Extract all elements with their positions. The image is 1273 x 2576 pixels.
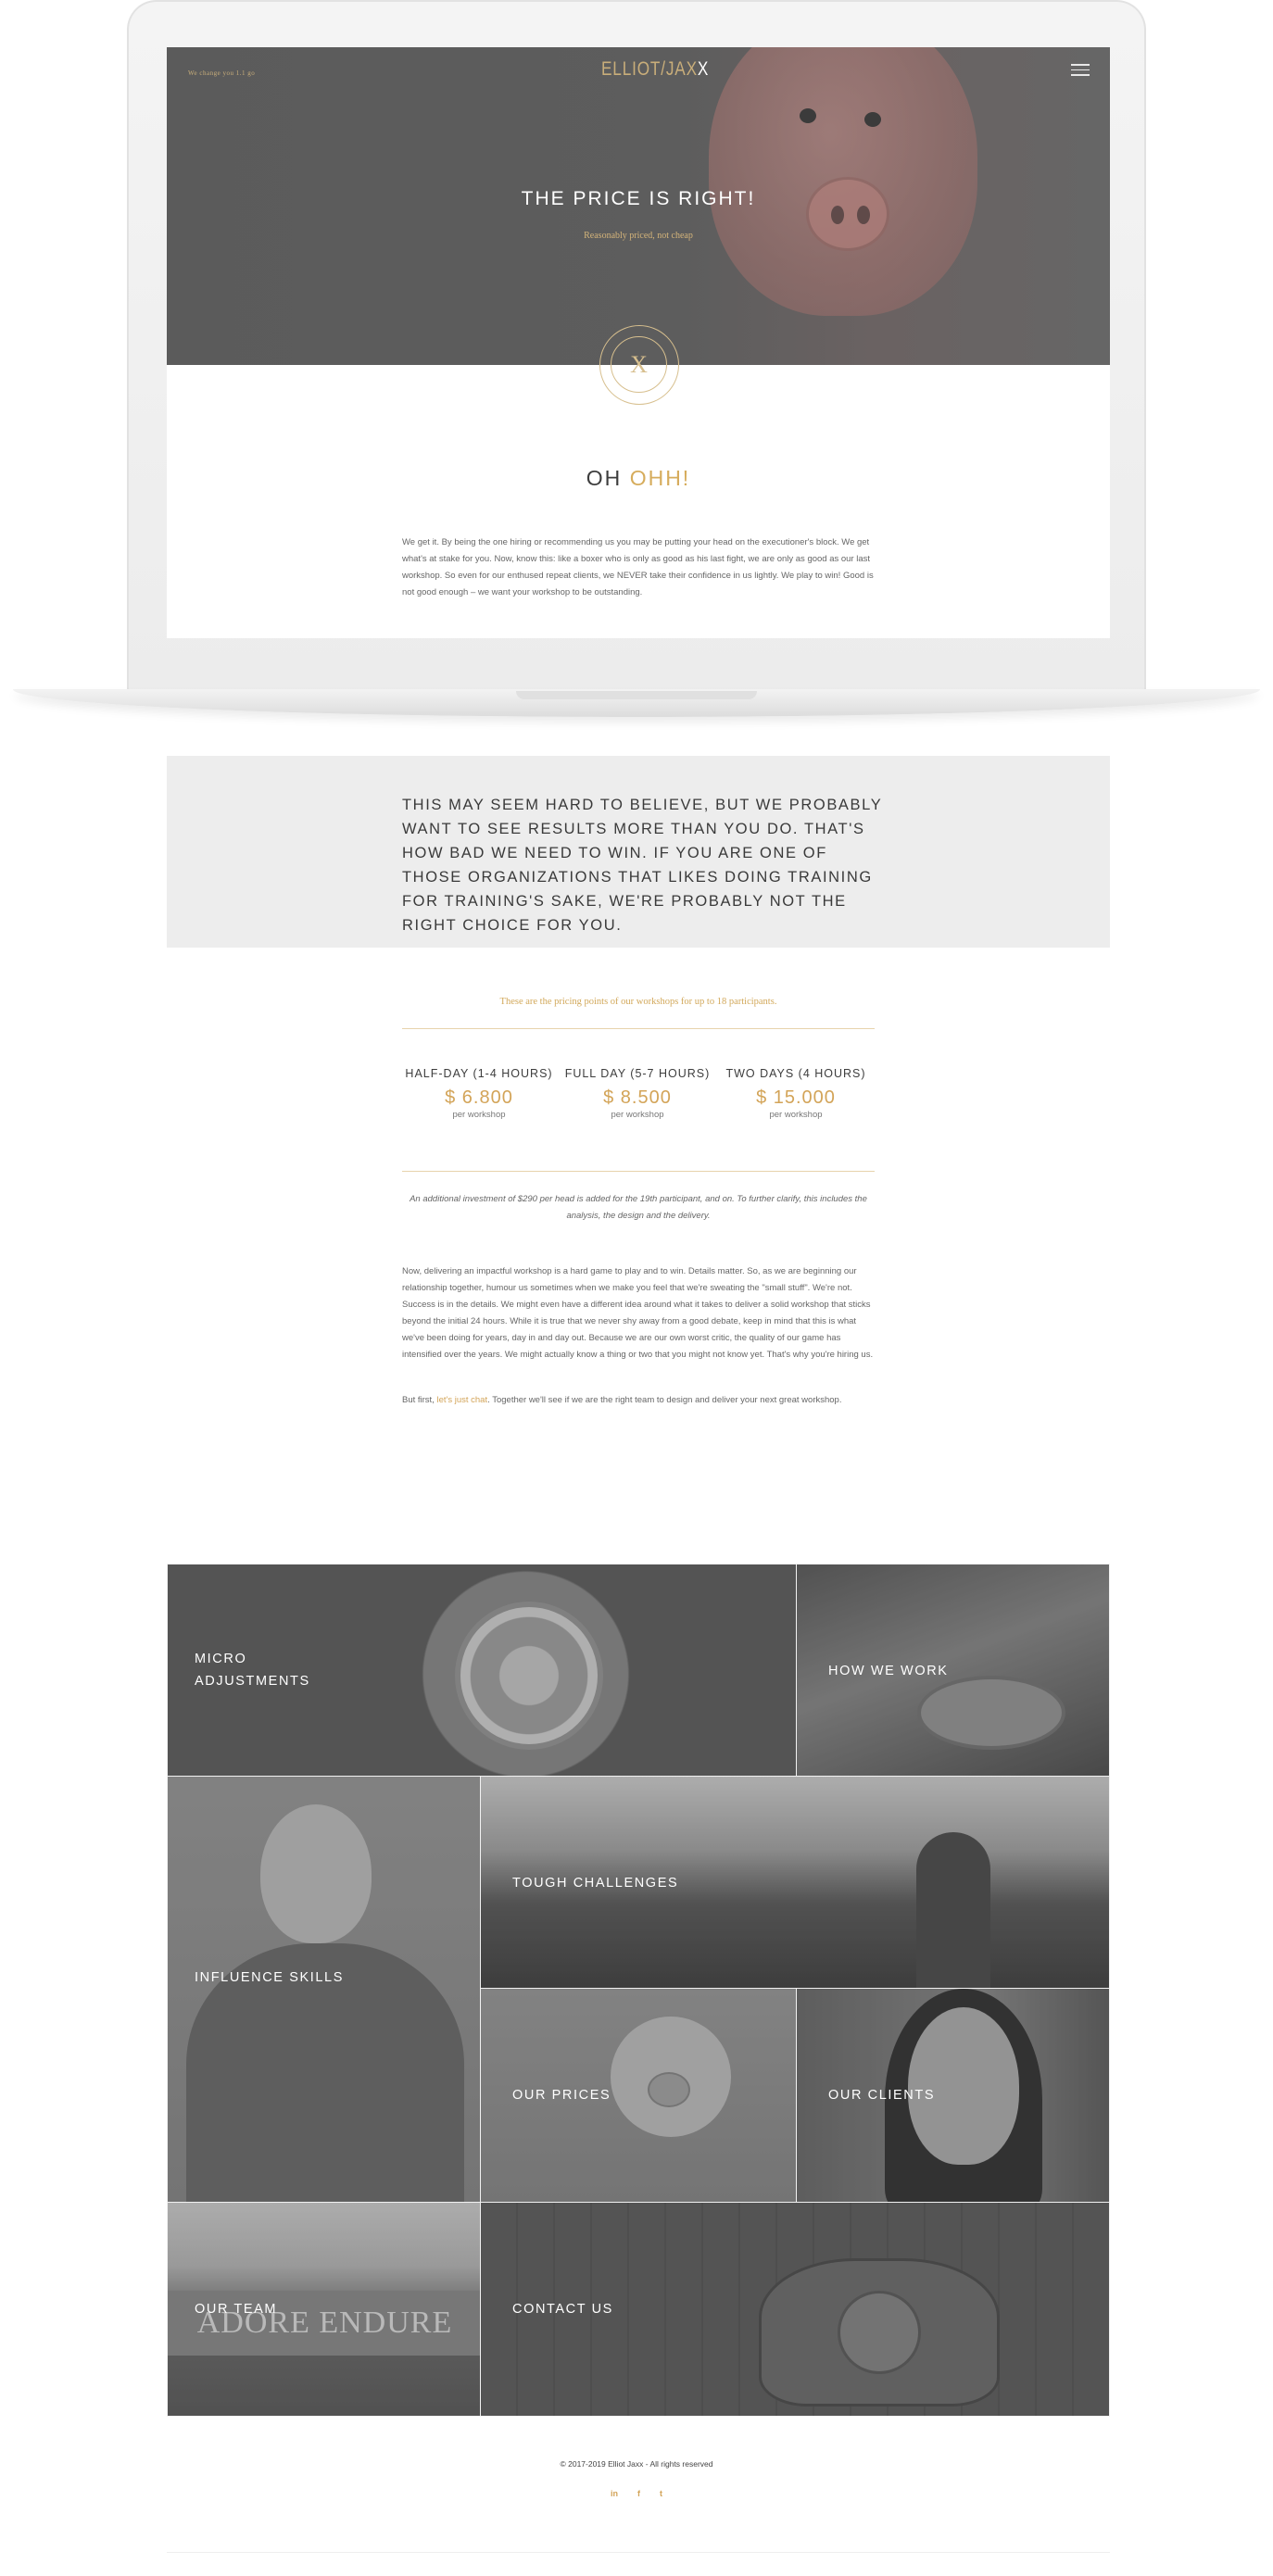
tile-label: INFLUENCE SKILLS — [195, 1970, 344, 1985]
tile-label: OUR TEAM — [195, 2302, 278, 2317]
quote-band: This may seem hard to believe, but we pr… — [167, 756, 1110, 948]
plan-price: $ 8.500 — [603, 1087, 672, 1108]
site-logo[interactable]: ELLIOT/JAXX — [601, 58, 708, 81]
menu-line — [1071, 74, 1090, 76]
facebook-icon[interactable]: f — [637, 2489, 640, 2498]
linkedin-icon[interactable]: in — [611, 2489, 618, 2498]
tile-micro-adjustments[interactable]: MICRO ADJUSTMENTS — [167, 1564, 797, 1777]
brand-seal-icon: X — [599, 325, 679, 405]
tile-shade — [168, 1777, 480, 2202]
pricing-note: An additional investment of $290 per hea… — [410, 1194, 867, 1221]
hero-pig-eye — [864, 112, 881, 127]
footer-divider — [167, 2552, 1110, 2553]
divider — [402, 1171, 875, 1172]
tile-our-clients[interactable]: OUR CLIENTS — [796, 1988, 1110, 2203]
plan-title: TWO DAYS (4 HOURS) — [725, 1067, 866, 1080]
menu-line — [1071, 64, 1090, 66]
tile-our-team[interactable]: ADORE ENDURE OUR TEAM — [167, 2202, 481, 2417]
plan-per: per workshop — [769, 1110, 823, 1120]
pricing-plan-full-day: 2 FULL DAY (5-7 HOURS) $ 8.500 per works… — [559, 1067, 716, 1137]
plan-title: HALF-DAY (1-4 HOURS) — [405, 1067, 553, 1080]
seal-inner: X — [611, 336, 667, 393]
laptop-notch — [516, 691, 757, 699]
intro-heading: OH OHH! — [167, 466, 1110, 491]
pricing-plan-two-days: 3 TWO DAYS (4 HOURS) $ 15.000 per worksh… — [717, 1067, 875, 1137]
plan-price: $ 15.000 — [756, 1087, 836, 1108]
body-paragraph: Now, delivering an impactful workshop is… — [402, 1266, 874, 1360]
chat-text-before: But first, — [402, 1395, 437, 1405]
quote-text: This may seem hard to believe, but we pr… — [402, 797, 883, 934]
plan-per: per workshop — [611, 1110, 664, 1120]
plan-title: FULL DAY (5-7 HOURS) — [564, 1067, 711, 1080]
hero-section: We change you 1.1 go ELLIOT/JAXX THE PRI… — [167, 47, 1110, 365]
plan-price: $ 6.800 — [445, 1087, 513, 1108]
tile-our-prices[interactable]: OUR PRICES — [480, 1988, 797, 2203]
tile-influence-skills[interactable]: INFLUENCE SKILLS — [167, 1776, 481, 2203]
body-paragraph-chat: But first, let's just chat. Together we'… — [402, 1392, 875, 1409]
social-links: in f t — [611, 2489, 662, 2498]
pricing-intro: These are the pricing points of our work… — [499, 997, 777, 1007]
tile-tough-challenges[interactable]: TOUGH CHALLENGES — [480, 1776, 1110, 1989]
divider — [402, 1028, 875, 1029]
tile-how-we-work[interactable]: HOW WE WORK — [796, 1564, 1110, 1777]
plan-per: per workshop — [452, 1110, 506, 1120]
tile-label: TOUGH CHALLENGES — [512, 1876, 679, 1891]
tile-label: CONTACT US — [512, 2302, 613, 2317]
intro-heading-accent: OHH! — [629, 466, 691, 490]
logo-accent: X — [697, 58, 710, 80]
intro-paragraph: We get it. By being the one hiring or re… — [402, 537, 874, 597]
tile-label: OUR PRICES — [512, 2088, 611, 2103]
chat-text-after: . Together we'll see if we are the right… — [487, 1395, 842, 1405]
footer-copyright: © 2017-2019 Elliot Jaxx - All rights res… — [560, 2459, 713, 2469]
twitter-icon[interactable]: t — [660, 2489, 662, 2498]
hamburger-menu-icon[interactable] — [1071, 64, 1090, 77]
tile-label: HOW WE WORK — [828, 1664, 949, 1678]
hero-subtitle: Reasonably priced, not cheap — [584, 231, 693, 241]
tile-label: MICRO ADJUSTMENTS — [195, 1652, 310, 1689]
hero-tagline: We change you 1.1 go — [188, 69, 256, 77]
laptop-screen: We change you 1.1 go ELLIOT/JAXX THE PRI… — [167, 47, 1110, 638]
pricing-plan-half-day: 1 HALF-DAY (1-4 HOURS) $ 6.800 per works… — [400, 1067, 558, 1137]
tile-contact-us[interactable]: CONTACT US — [480, 2202, 1110, 2417]
tile-label: OUR CLIENTS — [828, 2088, 936, 2103]
hero-title: THE PRICE IS RIGHT! — [521, 188, 756, 209]
intro-heading-plain: OH — [586, 466, 630, 490]
logo-text: ELLIOT/JAX — [601, 58, 698, 80]
hero-pig-eye — [800, 108, 816, 123]
lets-chat-link[interactable]: let's just chat — [436, 1395, 487, 1405]
menu-line — [1071, 69, 1090, 70]
